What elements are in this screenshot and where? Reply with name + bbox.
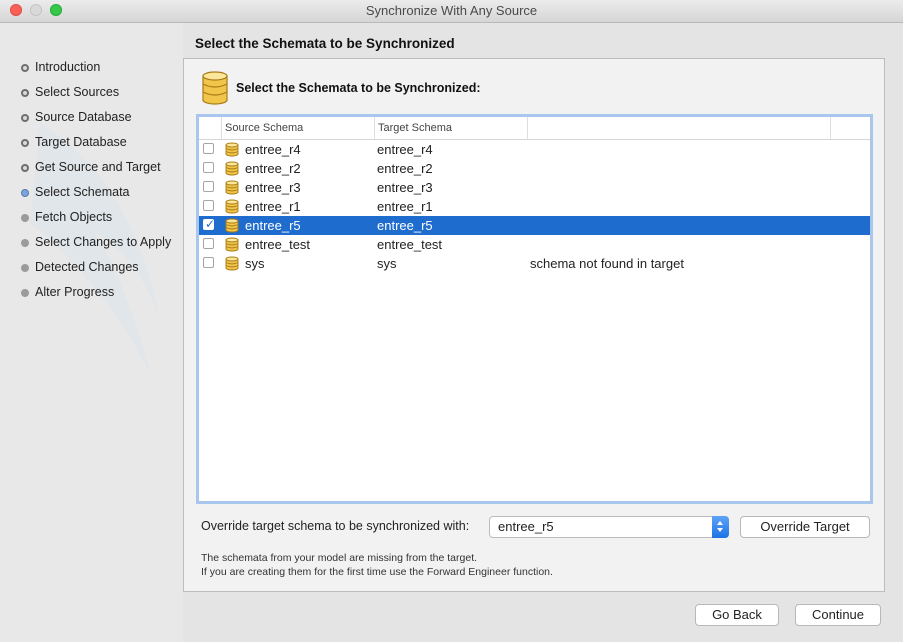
table-row[interactable]: entree_r1 entree_r1 [199,197,870,216]
table-row[interactable]: sys sys schema not found in target [199,254,870,273]
row-checkbox[interactable] [203,143,214,154]
info-note-1: The schemata from your model are missing… [201,552,478,564]
step-label: Get Source and Target [35,160,161,174]
step-status-icon [21,239,29,247]
target-schema-cell: sys [377,256,397,271]
zoom-window-button[interactable] [50,4,62,16]
table-header: Source Schema Target Schema [199,117,870,140]
override-label: Override target schema to be synchronize… [201,519,470,533]
window-title: Synchronize With Any Source [365,3,538,18]
schemata-table[interactable]: Source Schema Target Schema entree_r4 ent… [196,114,873,504]
schemata-panel: Select the Schemata to be Synchronized: … [183,58,885,592]
row-checkbox[interactable] [203,200,214,211]
source-schema-column-header[interactable]: Source Schema [221,117,374,139]
target-schema-cell: entree_r1 [377,199,433,214]
target-schema-cell: entree_test [377,237,443,252]
row-checkbox[interactable] [203,162,214,173]
continue-button[interactable]: Continue [795,604,881,626]
schema-note-cell: schema not found in target [530,256,684,271]
title-bar: Synchronize With Any Source [0,0,903,23]
step-status-icon [21,189,29,197]
source-schema-cell: entree_r2 [245,161,301,176]
step-status-icon [21,214,29,222]
step-status-icon [21,114,29,122]
row-checkbox[interactable] [203,257,214,268]
table-row[interactable]: entree_test entree_test [199,235,870,254]
wizard-step-source-database: Source Database [21,108,132,126]
close-window-button[interactable] [10,4,22,16]
step-label: Detected Changes [35,260,139,274]
wizard-step-alter-progress: Alter Progress [21,283,114,301]
wizard-step-get-source-and-target: Get Source and Target [21,158,161,176]
wizard-step-select-sources: Select Sources [21,83,119,101]
source-schema-cell: entree_r1 [245,199,301,214]
step-label: Select Changes to Apply [35,235,172,249]
target-schema-cell: entree_r3 [377,180,433,195]
info-note-2: If you are creating them for the first t… [201,566,553,578]
checkmark-icon: ✓ [205,217,216,231]
table-row[interactable]: entree_r2 entree_r2 [199,159,870,178]
wizard-step-select-schemata: Select Schemata [21,183,130,201]
source-schema-cell: sys [245,256,265,271]
step-status-icon [21,289,29,297]
source-schema-cell: entree_r4 [245,142,301,157]
step-label: Select Sources [35,85,120,99]
checkbox-column-header[interactable] [199,117,221,139]
override-target-button[interactable]: Override Target [740,516,870,538]
minimize-window-button[interactable] [30,4,42,16]
table-row[interactable]: entree_r3 entree_r3 [199,178,870,197]
go-back-button[interactable]: Go Back [695,604,779,626]
wizard-step-detected-changes: Detected Changes [21,258,139,276]
spare-column-header [830,117,870,139]
wizard-step-fetch-objects: Fetch Objects [21,208,112,226]
step-label: Fetch Objects [35,210,113,224]
step-label: Source Database [35,110,132,124]
row-checkbox[interactable] [203,238,214,249]
override-schema-value: entree_r5 [498,519,554,534]
wizard-step-introduction: Introduction [21,58,100,76]
page-title: Select the Schemata to be Synchronized [195,36,455,51]
target-schema-cell: entree_r2 [377,161,433,176]
table-row[interactable]: ✓ entree_r5 entree_r5 [199,216,870,235]
panel-title: Select the Schemata to be Synchronized: [236,81,481,95]
table-row[interactable]: entree_r4 entree_r4 [199,140,870,159]
target-schema-column-header[interactable]: Target Schema [374,117,527,139]
step-status-icon [21,164,29,172]
source-schema-cell: entree_r3 [245,180,301,195]
override-schema-select[interactable]: entree_r5 [489,516,729,538]
row-checkbox[interactable]: ✓ [203,217,216,231]
database-icon [225,256,239,276]
source-schema-cell: entree_r5 [245,218,301,233]
step-status-icon [21,264,29,272]
step-label: Target Database [35,135,127,149]
note-column-header[interactable] [527,117,830,139]
step-status-icon [21,89,29,97]
row-checkbox[interactable] [203,181,214,192]
database-icon [202,71,228,105]
wizard-step-target-database: Target Database [21,133,127,151]
wizard-step-select-changes-to-apply: Select Changes to Apply [21,233,171,251]
step-label: Select Schemata [35,185,130,199]
step-status-icon [21,139,29,147]
step-label: Alter Progress [35,285,115,299]
wizard-steps-sidebar: Introduction Select Sources Source Databas… [0,23,183,642]
target-schema-cell: entree_r4 [377,142,433,157]
step-label: Introduction [35,60,101,74]
select-stepper-icon[interactable] [712,516,729,538]
source-schema-cell: entree_test [245,237,311,252]
step-status-icon [21,64,29,72]
target-schema-cell: entree_r5 [377,218,433,233]
